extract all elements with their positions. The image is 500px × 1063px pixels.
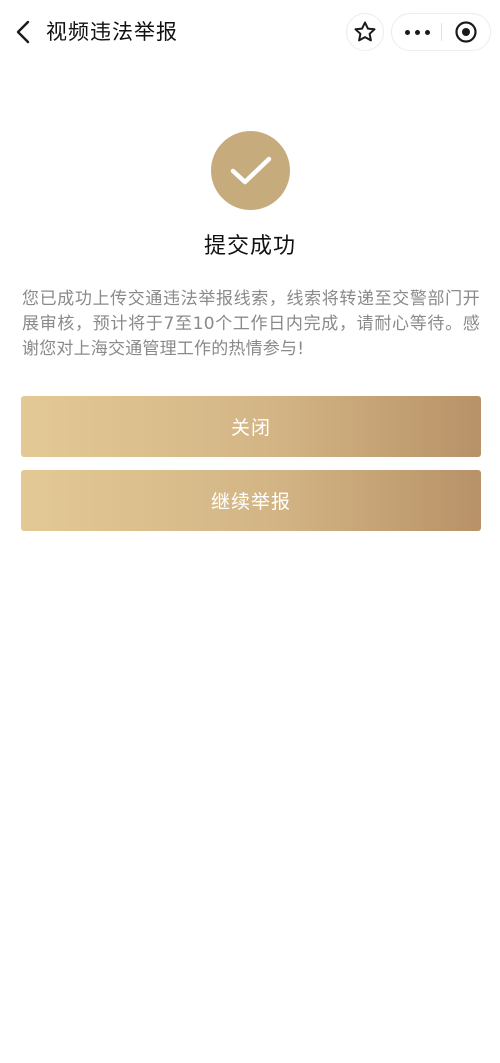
star-icon <box>354 21 376 42</box>
mini-program-capsule <box>391 13 491 51</box>
page-title: 视频违法举报 <box>46 20 178 44</box>
close-button[interactable]: 关闭 <box>21 396 481 457</box>
more-dots-icon <box>402 29 432 35</box>
exit-mini-program-button[interactable] <box>442 14 490 50</box>
continue-report-button[interactable]: 继续举报 <box>21 470 481 531</box>
chevron-left-icon <box>16 20 30 44</box>
back-button[interactable] <box>8 14 38 50</box>
success-icon-circle <box>211 131 290 210</box>
navigation-bar: 视频违法举报 <box>0 0 500 64</box>
more-button[interactable] <box>392 14 442 50</box>
checkmark-icon <box>230 156 271 184</box>
target-circle-icon <box>455 21 477 43</box>
success-title: 提交成功 <box>203 234 296 259</box>
success-message: 您已成功上传交通违法举报线索，线索将转递至交警部门开展审核，预计将于7至10个工… <box>22 289 480 359</box>
favorite-button[interactable] <box>346 13 384 51</box>
